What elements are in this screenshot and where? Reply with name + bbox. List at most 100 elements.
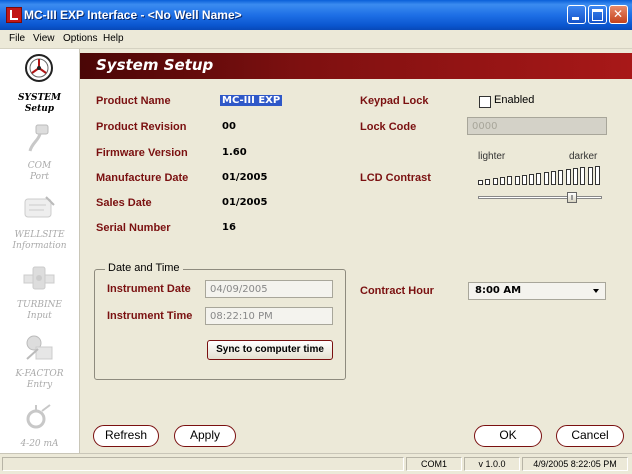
status-bar: COM1 v 1.0.0 4/9/2005 8:22:05 PM: [0, 453, 632, 474]
turbine-icon: [23, 266, 55, 290]
contrast-step: [551, 171, 556, 185]
date-time-group: Date and Time Instrument Date 04/09/2005…: [94, 262, 346, 380]
sidebar-item-system-setup[interactable]: SYSTEM Setup: [0, 49, 79, 114]
manufacture-date-label: Manufacture Date: [96, 172, 189, 184]
status-message-cell: [2, 457, 404, 471]
wellsite-pen-icon: [24, 196, 55, 218]
contract-hour-value: 8:00 AM: [475, 285, 522, 296]
contrast-lighter-label: lighter: [478, 151, 506, 162]
contrast-darker-label: darker: [569, 151, 598, 162]
contrast-scale-graphic: [478, 165, 604, 185]
contract-hour-label: Contract Hour: [360, 285, 434, 297]
sidebar-item-label: SYSTEM: [18, 93, 61, 103]
window-title: MC-III EXP Interface - <No Well Name>: [24, 8, 242, 22]
contrast-step: [507, 176, 513, 185]
contrast-step: [529, 173, 535, 185]
lock-code-field[interactable]: 0000: [467, 117, 607, 135]
keypad-lock-enabled-label: Enabled: [494, 94, 535, 106]
sidebar-item-sublabel: Entry: [26, 380, 53, 390]
app-logo-icon: [6, 7, 22, 23]
refresh-button[interactable]: Refresh: [93, 425, 159, 447]
sidebar-item-label: 4-20 mA: [20, 439, 59, 449]
instrument-date-label: Instrument Date: [107, 283, 191, 295]
sync-to-computer-time-button[interactable]: Sync to computer time: [207, 340, 333, 360]
title-bar[interactable]: MC-III EXP Interface - <No Well Name>: [0, 0, 632, 30]
contrast-step: [536, 172, 542, 185]
keypad-lock-label: Keypad Lock: [360, 95, 429, 107]
product-revision-value: 00: [222, 121, 236, 132]
close-button[interactable]: [609, 5, 628, 24]
sidebar-item-sublabel: Input: [27, 311, 52, 321]
sidebar-item-wellsite-information[interactable]: WELLSITE Information: [0, 189, 79, 253]
contrast-step: [521, 174, 527, 185]
firmware-version-value: 1.60: [222, 147, 247, 158]
menu-help[interactable]: Help: [103, 33, 124, 44]
product-name-text: MC-III EXP: [220, 95, 283, 106]
ok-button[interactable]: OK: [474, 425, 542, 447]
manufacture-date-value: 01/2005: [222, 172, 268, 183]
contrast-step: [492, 178, 498, 185]
k-factor-icon: [26, 335, 53, 360]
sidebar-item-label: TURBINE: [17, 300, 62, 310]
instrument-time-field[interactable]: 08:22:10 PM: [205, 307, 333, 325]
sidebar-item-4-20-ma[interactable]: 4-20 mA: [0, 399, 79, 453]
instrument-date-field[interactable]: 04/09/2005: [205, 280, 333, 298]
keypad-lock-checkbox[interactable]: [479, 96, 491, 108]
date-time-group-title: Date and Time: [105, 262, 183, 274]
menu-view[interactable]: View: [33, 33, 55, 44]
status-version: v 1.0.0: [464, 457, 520, 471]
contrast-step: [543, 171, 549, 185]
contrast-step: [587, 166, 593, 185]
sidebar-item-sublabel: Information: [12, 241, 67, 251]
firmware-version-label: Firmware Version: [96, 147, 188, 159]
com-cable-icon: [28, 124, 49, 152]
contrast-step: [572, 168, 578, 185]
sidebar-item-label: COM: [27, 161, 52, 171]
minimize-button[interactable]: [567, 5, 586, 24]
contrast-step: [565, 169, 571, 185]
menu-bar: File View Options Help: [0, 30, 632, 49]
sales-date-label: Sales Date: [96, 197, 152, 209]
sales-date-value: 01/2005: [222, 197, 268, 208]
maximize-button[interactable]: [588, 5, 607, 24]
sidebar-item-turbine-input[interactable]: TURBINE Input: [0, 259, 79, 323]
sidebar-item-label: WELLSITE: [14, 230, 65, 240]
status-timestamp: 4/9/2005 8:22:05 PM: [522, 457, 628, 471]
contrast-step: [580, 167, 586, 185]
contrast-step: [478, 180, 483, 185]
lcd-contrast-label: LCD Contrast: [360, 172, 431, 184]
product-revision-label: Product Revision: [96, 121, 187, 133]
instrument-time-label: Instrument Time: [107, 310, 193, 322]
lock-code-label: Lock Code: [360, 121, 417, 133]
contrast-step: [514, 175, 520, 185]
product-name-value: MC-III EXP: [220, 95, 283, 106]
status-port: COM1: [406, 457, 462, 471]
sidebar-item-label: K-FACTOR: [15, 369, 64, 379]
serial-number-value: 16: [222, 222, 236, 233]
lcd-contrast-slider-track[interactable]: [478, 196, 602, 199]
product-name-label: Product Name: [96, 95, 171, 107]
menu-options[interactable]: Options: [63, 33, 97, 44]
sidebar-item-sublabel: Setup: [24, 104, 55, 114]
system-gauge-icon: [25, 54, 53, 82]
app-window: MC-III EXP Interface - <No Well Name> Fi…: [0, 0, 632, 474]
cancel-button[interactable]: Cancel: [556, 425, 624, 447]
menu-file[interactable]: File: [9, 33, 25, 44]
serial-number-label: Serial Number: [96, 222, 171, 234]
page-title: System Setup: [96, 56, 214, 74]
contract-hour-select[interactable]: 8:00 AM: [468, 282, 606, 300]
contrast-step: [485, 179, 491, 185]
page-header: System Setup: [80, 53, 632, 79]
sidebar-nav: SYSTEM Setup COM Port WELLSITE Informati…: [0, 49, 80, 453]
apply-button[interactable]: Apply: [174, 425, 236, 447]
contrast-step: [499, 177, 505, 185]
contrast-step: [558, 170, 564, 185]
lcd-contrast-slider-thumb[interactable]: [566, 192, 577, 203]
chevron-down-icon: [593, 289, 599, 293]
analog-output-icon: [26, 404, 51, 429]
system-setup-panel: System Setup Product Name MC-III EXP Pro…: [80, 49, 632, 453]
sidebar-item-k-factor-entry[interactable]: K-FACTOR Entry: [0, 329, 79, 393]
sidebar-item-sublabel: Port: [29, 172, 50, 182]
sidebar-item-com-port[interactable]: COM Port: [0, 119, 79, 183]
contrast-step: [594, 165, 600, 185]
